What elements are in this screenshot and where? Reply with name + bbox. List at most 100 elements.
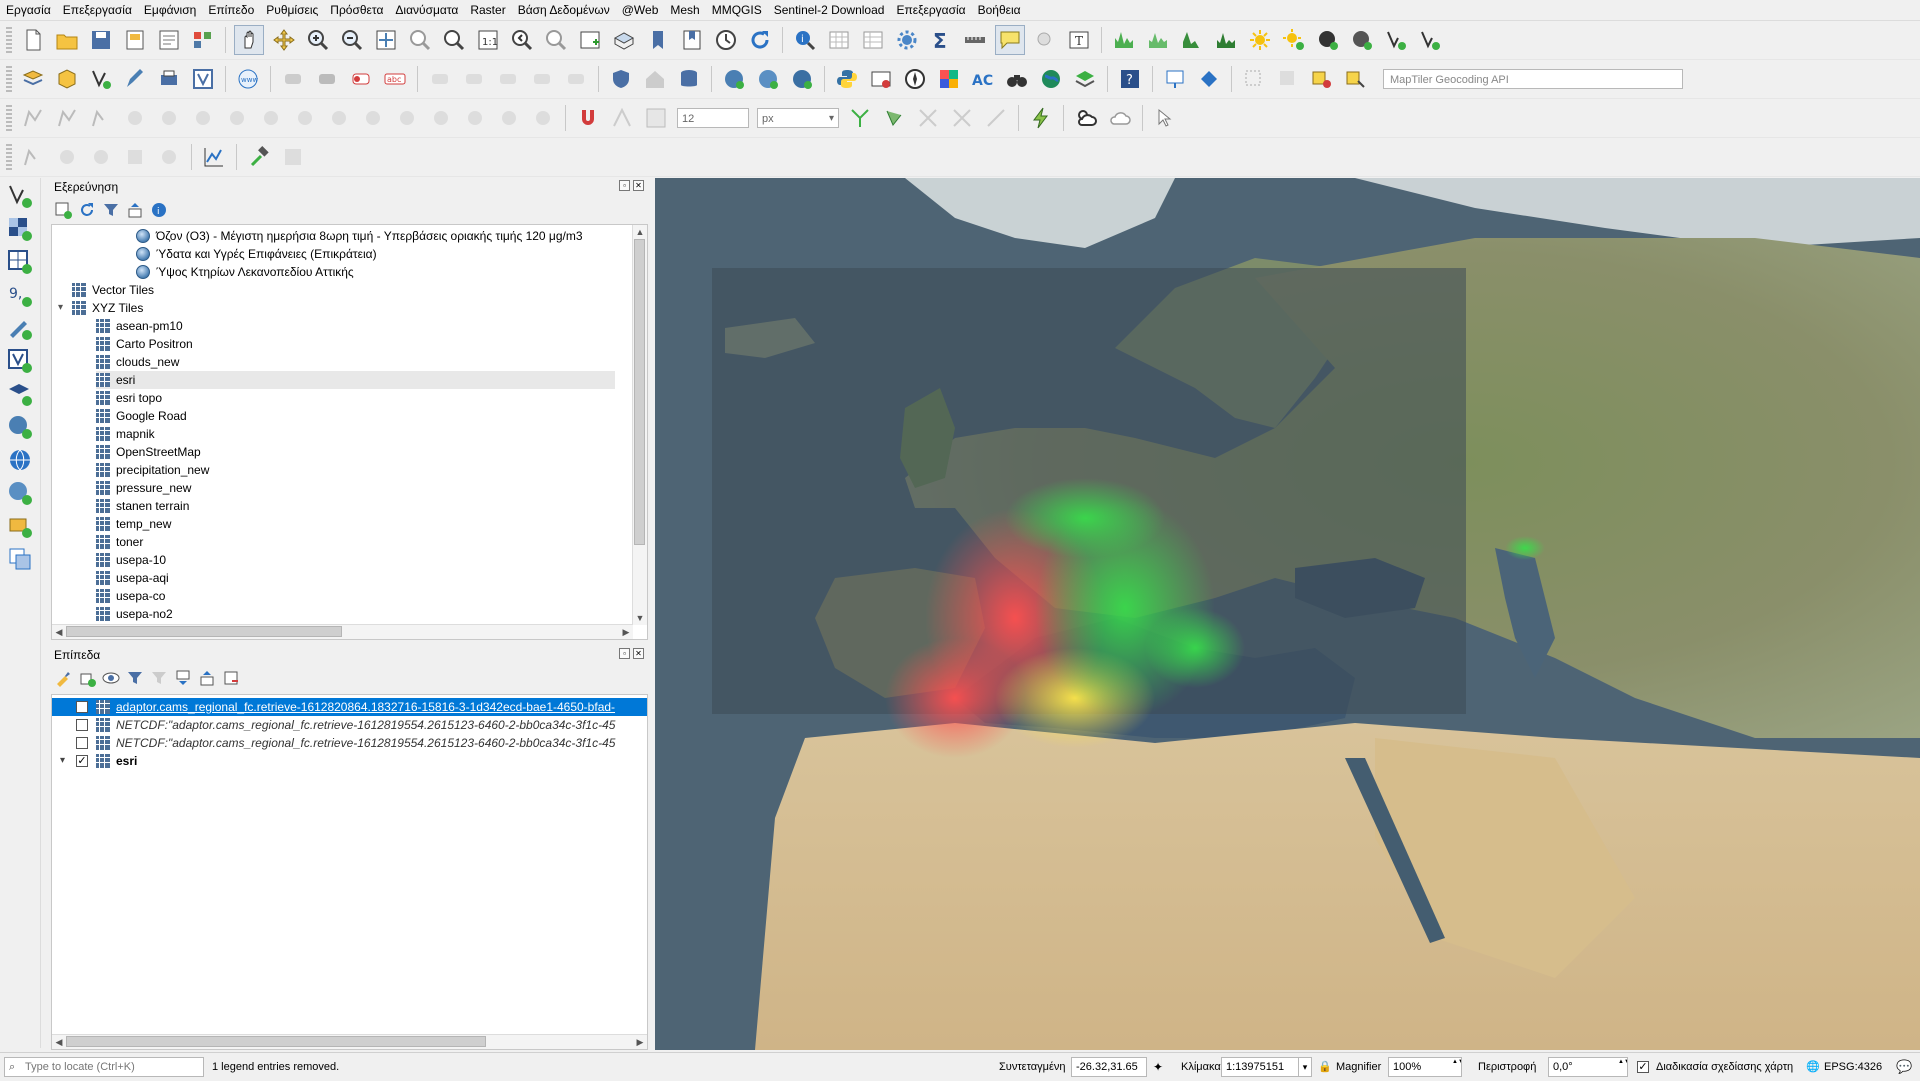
menu-item[interactable]: Ρυθμίσεις (260, 3, 324, 17)
browser-item[interactable]: asean-pm10 (96, 317, 183, 335)
browser-item[interactable]: clouds_new (96, 353, 179, 371)
digitize-disabled-6-icon[interactable] (189, 104, 217, 132)
menu-item[interactable]: Raster (464, 3, 511, 17)
add-vector-layer-icon[interactable] (4, 182, 36, 210)
label-show-icon[interactable] (528, 65, 556, 93)
lightning-icon[interactable] (1027, 104, 1055, 132)
binoculars-icon[interactable] (1003, 65, 1031, 93)
add-vector-layer-icon[interactable] (87, 65, 115, 93)
new-bookmark-icon[interactable] (644, 26, 672, 54)
add-wcs-layer-icon[interactable] (4, 446, 36, 474)
digitize-disabled-11-icon[interactable] (359, 104, 387, 132)
profile-chart-4-icon[interactable] (1212, 26, 1240, 54)
browser-vertical-scrollbar[interactable]: ▲ ▼ (632, 225, 647, 625)
scale-field[interactable]: 1:13975151 (1221, 1057, 1299, 1077)
layers-stack-icon[interactable] (1071, 65, 1099, 93)
label-pin-2-icon[interactable] (562, 65, 590, 93)
digitize-disabled-7-icon[interactable] (223, 104, 251, 132)
collapse-all-icon[interactable] (126, 201, 144, 219)
menu-item[interactable]: Επίπεδο (202, 3, 260, 17)
lock-icon[interactable]: 🔒 (1318, 1057, 1332, 1077)
label-tool-icon[interactable] (279, 65, 307, 93)
snapping-unit-select[interactable]: px (757, 108, 839, 129)
map-canvas[interactable] (655, 178, 1920, 1050)
new-map-view-icon[interactable] (576, 26, 604, 54)
zoom-last-icon[interactable] (508, 26, 536, 54)
weather-cloud-sun-icon[interactable] (1072, 104, 1100, 132)
tracing-icon[interactable] (846, 104, 874, 132)
annotation-disabled-3-icon[interactable] (87, 143, 115, 171)
label-rotate-icon[interactable] (460, 65, 488, 93)
coordinate-field[interactable]: -26.32,31.65 (1071, 1057, 1147, 1077)
deselect-icon[interactable] (1308, 65, 1336, 93)
float-panel-icon[interactable]: ▫ (619, 180, 630, 191)
digitize-disabled-15-icon[interactable] (495, 104, 523, 132)
add-arcgis-layer-icon[interactable] (4, 512, 36, 540)
manage-map-themes-icon[interactable] (102, 669, 120, 687)
label-abc-icon[interactable]: abc (381, 65, 409, 93)
scroll-up-arrow[interactable]: ▲ (633, 225, 647, 239)
digitize-disabled-12-icon[interactable] (393, 104, 421, 132)
filter-expression-icon[interactable] (150, 669, 168, 687)
select-features-2-icon[interactable] (1274, 65, 1302, 93)
toolbar-grip[interactable] (6, 105, 12, 131)
python-icon[interactable] (833, 65, 861, 93)
collapse-all-icon[interactable] (198, 669, 216, 687)
browser-item[interactable]: esri topo (96, 389, 162, 407)
globe-plus-icon[interactable] (1314, 26, 1342, 54)
menu-item[interactable]: Πρόσθετα (324, 3, 389, 17)
layer-group-row[interactable]: ▾ ✓ esri (52, 752, 647, 770)
scroll-thumb[interactable] (66, 626, 342, 637)
snapping-size-input[interactable]: 12 (677, 108, 749, 128)
browser-item[interactable]: ▾ XYZ Tiles (58, 299, 143, 317)
profile-chart-icon[interactable] (1110, 26, 1138, 54)
plugin-move-icon[interactable] (1161, 65, 1189, 93)
browser-item[interactable]: usepa-aqi (96, 569, 169, 587)
layer-row[interactable]: NETCDF:"adaptor.cams_regional_fc.retriev… (52, 734, 647, 752)
annotation-disabled-icon[interactable] (19, 143, 47, 171)
new-project-icon[interactable] (19, 26, 47, 54)
plugin-tool-icon[interactable] (1195, 65, 1223, 93)
annotation-disabled-4-icon[interactable] (121, 143, 149, 171)
browser-item[interactable]: OpenStreetMap (96, 443, 201, 461)
vector-plus-icon[interactable] (1382, 26, 1410, 54)
earth-icon[interactable] (1037, 65, 1065, 93)
filter-icon[interactable] (102, 201, 120, 219)
add-raster-layer-icon[interactable] (4, 215, 36, 243)
layer-visibility-checkbox[interactable] (76, 719, 88, 731)
menu-item[interactable]: Βάση Δεδομένων (512, 3, 616, 17)
menu-item[interactable]: Mesh (664, 3, 705, 17)
pan-to-selection-icon[interactable] (270, 26, 298, 54)
digitize-disabled-2-icon[interactable] (53, 104, 81, 132)
add-virtual-layer-icon[interactable] (4, 347, 36, 375)
annotation-disabled-5-icon[interactable] (155, 143, 183, 171)
browser-item[interactable]: usepa-10 (96, 551, 166, 569)
new-print-layout-icon[interactable] (121, 26, 149, 54)
compass-icon[interactable] (901, 65, 929, 93)
menu-item[interactable]: Βοήθεια (972, 3, 1027, 17)
add-wfs-layer-icon[interactable] (4, 413, 36, 441)
close-panel-icon[interactable]: ✕ (633, 648, 644, 659)
digitize-disabled-8-icon[interactable] (257, 104, 285, 132)
text-annotation-icon[interactable]: T (1065, 26, 1093, 54)
scroll-down-arrow[interactable]: ▼ (633, 611, 647, 625)
layers-tree[interactable]: ◀ ▶ ✓ adaptor.cams_regional_fc.retrieve-1… (51, 694, 648, 1050)
snapping-grid-icon[interactable] (642, 104, 670, 132)
merge-disabled-icon[interactable] (948, 104, 976, 132)
browser-item[interactable]: Ύψος Κτηρίων Λεκανοπεδίου Αττικής (136, 263, 354, 281)
snapping-magnet-icon[interactable] (574, 104, 602, 132)
digitize-disabled-10-icon[interactable] (325, 104, 353, 132)
layout-manager-icon[interactable] (155, 26, 183, 54)
zoom-to-selection-icon[interactable] (406, 26, 434, 54)
annotation-disabled-2-icon[interactable] (53, 143, 81, 171)
zoom-native-icon[interactable]: 1:1 (474, 26, 502, 54)
add-postgis-layer-icon[interactable] (4, 545, 36, 573)
sun-plus-icon[interactable] (1280, 26, 1308, 54)
wms-globe-icon[interactable] (720, 65, 748, 93)
layers-horizontal-scrollbar[interactable]: ◀ ▶ (52, 1034, 647, 1049)
open-project-icon[interactable] (53, 26, 81, 54)
color-ramp-icon[interactable] (935, 65, 963, 93)
browser-item[interactable]: Ύδατα και Υγρές Επιφάνειες (Επικράτεια) (136, 245, 377, 263)
menu-item[interactable]: Επεξεργασία (890, 3, 971, 17)
measure-ruler-icon[interactable] (961, 26, 989, 54)
